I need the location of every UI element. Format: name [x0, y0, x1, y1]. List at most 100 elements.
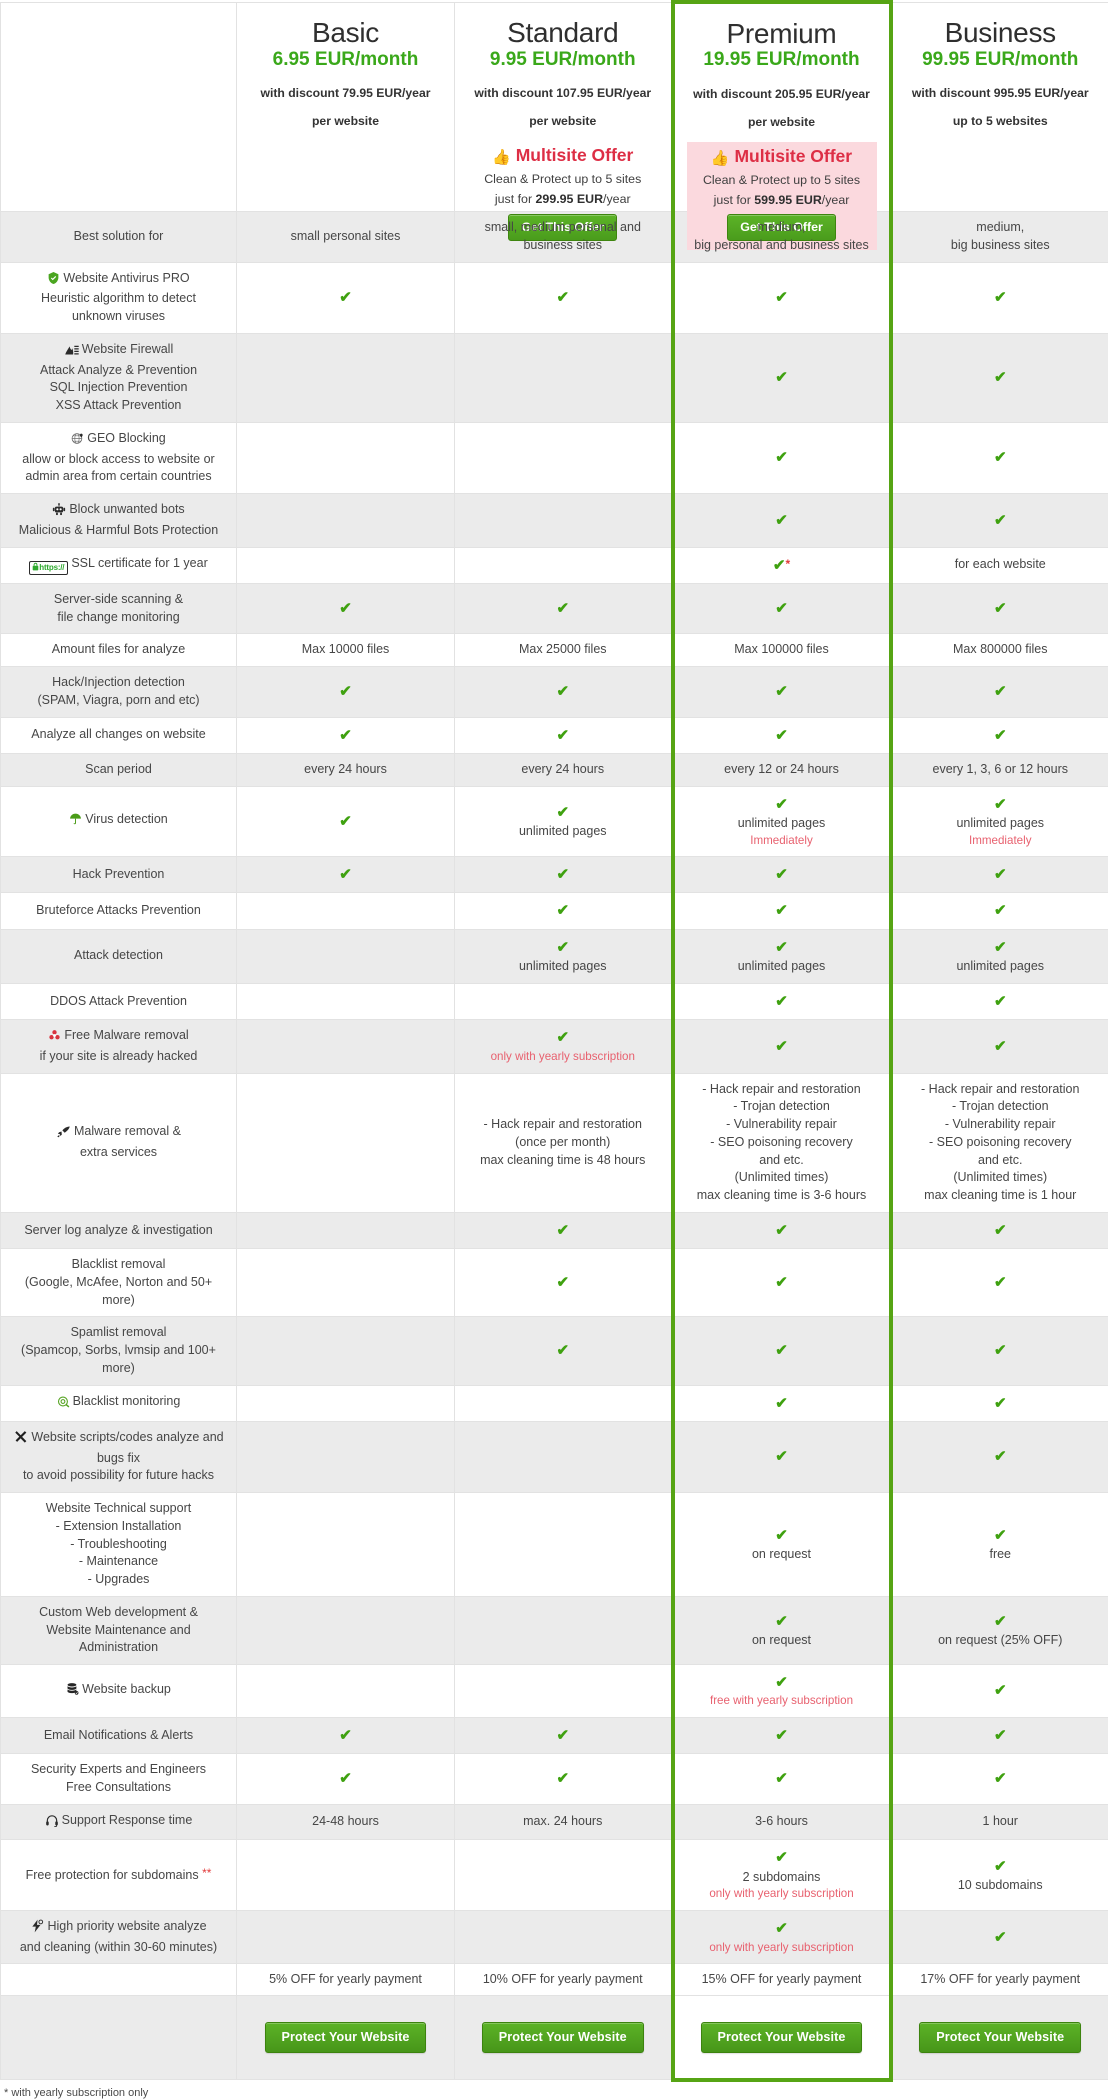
plan-cell: ✔ — [891, 494, 1108, 548]
table-row: Analyze all changes on website✔✔✔✔ — [1, 717, 1108, 753]
multisite-line2: just for 299.95 EUR/year — [471, 191, 655, 208]
cell-line: unlimited pages — [461, 958, 665, 976]
plan-cell: ✔ — [455, 1317, 673, 1385]
check-icon: ✔ — [243, 864, 448, 885]
check-icon: ✔ — [243, 811, 448, 832]
plan-cell: ✔ — [237, 262, 455, 333]
cell-content: ✔ — [461, 287, 665, 308]
plan-cell: ✔unlimited pagesImmediately — [891, 786, 1108, 857]
check-icon: ✔ — [461, 900, 665, 921]
feature-line: Block unwanted bots — [7, 501, 230, 522]
check-icon: ✔ — [461, 1340, 665, 1361]
cell-content: ✔ — [681, 725, 883, 746]
plan-cell: ✔10 subdomains — [891, 1840, 1108, 1911]
plan-cell: ✔ — [237, 1754, 455, 1805]
plan-name: Business — [905, 18, 1097, 47]
plan-card-standard: Standard9.95 EUR/monthwith discount 107.… — [461, 10, 665, 203]
cell-line: on request — [681, 1546, 883, 1564]
cell-content: ✔free with yearly subscription — [681, 1672, 883, 1710]
cell-content: ✔ — [681, 598, 883, 619]
check-icon: ✔ — [681, 1768, 883, 1789]
plan-name: Premium — [687, 19, 877, 48]
yearly-discount-row: 5% OFF for yearly payment10% OFF for yea… — [1, 1964, 1108, 1996]
plan-cell: ✔ — [891, 1317, 1108, 1385]
feature-line: Website Antivirus PRO — [7, 270, 230, 291]
check-icon: ✔ — [681, 725, 883, 746]
plan-cell: ✔unlimited pages — [673, 929, 891, 983]
plan-cell: ✔unlimited pagesImmediately — [673, 786, 891, 857]
feature-line: Support Response time — [7, 1812, 230, 1833]
feature-line: Website Technical support — [7, 1500, 230, 1518]
pricing-table: Basic6.95 EUR/monthwith discount 79.95 E… — [0, 0, 1108, 2082]
cell-line: 10 subdomains — [899, 1877, 1103, 1895]
protect-your-website-button[interactable]: Protect Your Website — [919, 2022, 1081, 2053]
plan-cell: ✔ — [237, 786, 455, 857]
cell-content: ✔ — [681, 864, 883, 885]
cell-line: unlimited pages — [899, 958, 1103, 976]
cell-content: ✔ — [461, 1272, 665, 1293]
feature-line: Virus detection — [7, 811, 230, 832]
check-icon: ✔ — [681, 1220, 883, 1241]
protect-your-website-button[interactable]: Protect Your Website — [265, 2022, 427, 2053]
feature-line: Spamlist removal — [7, 1324, 230, 1342]
cell-content: ✔ — [461, 1768, 665, 1789]
cell-line: 2 subdomains — [681, 1869, 883, 1887]
protect-your-website-button[interactable]: Protect Your Website — [482, 2022, 644, 2053]
check-icon: ✔ — [681, 1340, 883, 1361]
feature-label: Amount files for analyze — [1, 634, 237, 667]
plan-cell: ✔ — [455, 1717, 673, 1753]
plan-cell — [237, 929, 455, 983]
plan-cell — [237, 1020, 455, 1074]
yearly-discount-label — [1, 1964, 237, 1996]
feature-label: Hack Prevention — [1, 857, 237, 893]
plan-card-premium: Premium19.95 EUR/monthwith discount 205.… — [681, 11, 883, 204]
plan-card-basic: Basic6.95 EUR/monthwith discount 79.95 E… — [243, 10, 448, 203]
table-row: GEO Blockingallow or block access to web… — [1, 422, 1108, 493]
cell-line: Max 10000 files — [243, 641, 448, 659]
feature-line: Blacklist monitoring — [7, 1393, 230, 1414]
plan-cell: ✔ — [891, 893, 1108, 929]
cell-note: free with yearly subscription — [681, 1693, 883, 1709]
table-row: Attack detection✔unlimited pages✔unlimit… — [1, 929, 1108, 983]
plan-cell — [455, 1910, 673, 1964]
feature-label: Website Technical support- Extension Ins… — [1, 1493, 237, 1597]
feature-label: Website scripts/codes analyze and bugs f… — [1, 1421, 237, 1492]
plan-cell — [455, 1665, 673, 1718]
cell-content: ✔ — [899, 1272, 1103, 1293]
feature-line: (SPAM, Viagra, porn and etc) — [7, 692, 230, 710]
check-icon: ✔ — [899, 937, 1103, 958]
check-icon: ✔ — [681, 1611, 883, 1632]
plan-name: Standard — [467, 18, 659, 47]
plan-cell: ✔ — [891, 1421, 1108, 1492]
plan-cell — [455, 1385, 673, 1421]
feature-label: https://SSL certificate for 1 year — [1, 547, 237, 583]
cell-line: on request — [681, 1632, 883, 1650]
check-icon: ✔ — [243, 725, 448, 746]
cell-note: Immediately — [899, 833, 1103, 849]
check-icon: ✔ — [243, 598, 448, 619]
table-row: Custom Web development &Website Maintena… — [1, 1596, 1108, 1664]
cell-content: ✔ — [681, 1393, 883, 1414]
plan-cell: Max 10000 files — [237, 634, 455, 667]
plan-cell: ✔ — [891, 422, 1108, 493]
check-icon: ✔ — [899, 367, 1103, 388]
plan-price: 9.95 EUR/month — [467, 47, 659, 73]
cell-content: ✔ — [899, 864, 1103, 885]
plan-cell: ✔ — [891, 1910, 1108, 1964]
check-icon: ✔ — [681, 1918, 883, 1939]
cell-note: Immediately — [681, 833, 883, 849]
cell-content: - Hack repair and restoration- Trojan de… — [899, 1081, 1103, 1205]
feature-line: Website backup — [7, 1681, 230, 1702]
cell-content: ✔ — [899, 725, 1103, 746]
cell-content: ✔ — [243, 287, 448, 308]
feature-line: - Extension Installation — [7, 1518, 230, 1536]
plan-discount: with discount 79.95 EUR/year — [249, 85, 442, 101]
check-icon: ✔ — [681, 794, 883, 815]
cell-content: medium,big business sites — [899, 219, 1103, 255]
plan-cell: ✔ — [673, 1317, 891, 1385]
plan-subtitle: up to 5 websites — [905, 113, 1097, 129]
protect-your-website-button[interactable]: Protect Your Website — [701, 2022, 863, 2053]
feature-line: file change monitoring — [7, 609, 230, 627]
table-row: Scan periodevery 24 hoursevery 24 hourse… — [1, 753, 1108, 786]
feature-line: Analyze all changes on website — [7, 726, 230, 744]
